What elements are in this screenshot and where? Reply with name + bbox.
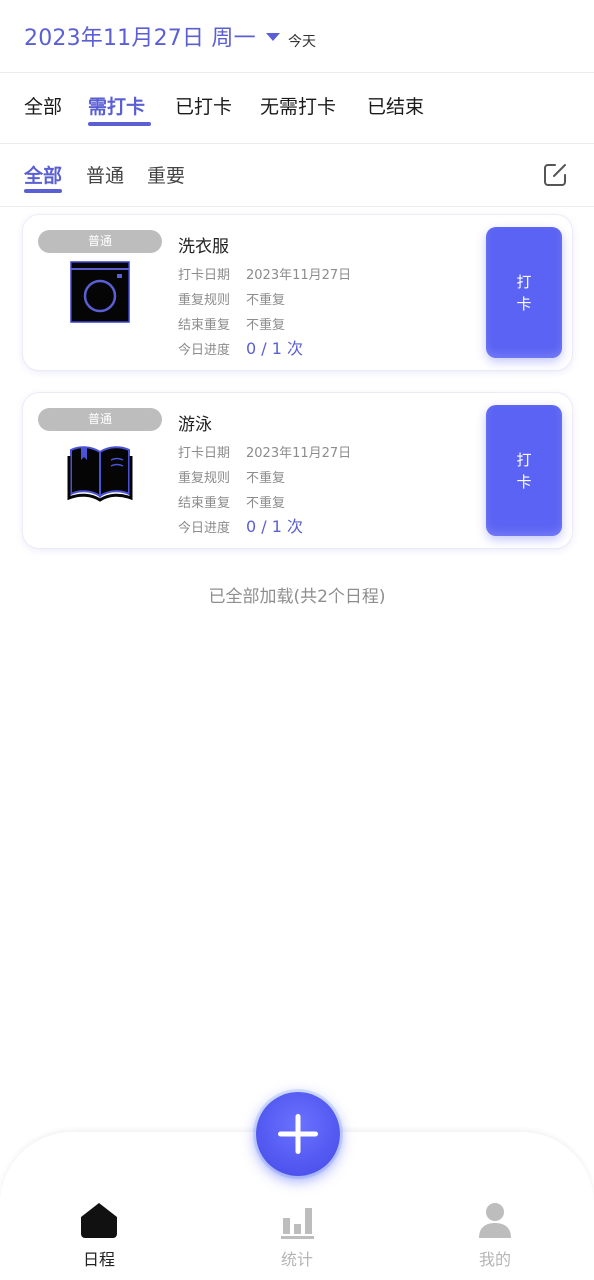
repeat-rule-row: 重复规则 不重复 [178,289,285,308]
punch-date-row: 打卡日期 2023年11月27日 [178,264,351,283]
washing-machine-icon [70,261,130,323]
punch-button-label-2: 卡 [516,472,532,491]
divider [0,206,594,207]
tab-ended[interactable]: 已结束 [367,92,424,119]
caret-down-icon [265,33,280,41]
nav-label-profile: 我的 [478,1250,511,1269]
active-tab-indicator [88,122,151,126]
subtab-normal[interactable]: 普通 [86,161,124,188]
tab-need-punch[interactable]: 需打卡 [88,92,145,119]
punch-button[interactable]: 打 卡 [486,227,562,358]
subtab-all[interactable]: 全部 [24,161,62,188]
end-repeat-value: 不重复 [246,496,286,511]
end-repeat-value: 不重复 [246,318,286,333]
punch-button[interactable]: 打 卡 [486,405,562,536]
repeat-rule-value: 不重复 [246,471,286,486]
progress-value: 0 / 1 次 [246,517,304,536]
nav-label-statistics: 统计 [280,1250,313,1269]
task-card[interactable]: 普通 洗衣服 打卡日期 2023年11月27日 重复规则 不重复 结束重复 不重复 今… [23,215,572,370]
category-tabs: 全部 普通 重要 [0,144,594,206]
load-complete-text: 已全部加载(共2个日程) [208,587,386,607]
punch-date-value: 2023年11月27日 [246,446,352,461]
user-icon [479,1203,511,1238]
tab-no-punch-needed[interactable]: 无需打卡 [260,92,336,119]
repeat-rule-label: 重复规则 [178,293,231,308]
tab-all[interactable]: 全部 [24,92,62,119]
date-selector[interactable]: 2023年11月27日 周一 [24,20,280,52]
tab-punched[interactable]: 已打卡 [175,92,232,119]
home-icon [81,1203,117,1238]
end-repeat-row: 结束重复 不重复 [178,314,285,333]
edit-icon[interactable] [541,161,569,189]
task-title: 游泳 [178,415,212,435]
date-text: 2023年11月27日 周一 [24,26,256,51]
progress-label: 今日进度 [178,343,231,358]
category-tag: 普通 [38,408,162,431]
bar-chart-icon [281,1208,314,1239]
open-book-icon [67,446,133,502]
progress-row: 今日进度 0 / 1 次 [178,335,303,359]
header: 2023年11月27日 周一 今天 [0,0,594,72]
nav-item-profile[interactable]: 我的 [455,1200,535,1272]
punch-button-label-1: 打 [516,272,532,291]
end-repeat-row: 结束重复 不重复 [178,492,285,511]
repeat-rule-value: 不重复 [246,293,286,308]
punch-date-label: 打卡日期 [178,446,231,461]
add-schedule-button[interactable] [256,1092,340,1176]
punch-button-label-1: 打 [516,450,532,469]
progress-value: 0 / 1 次 [246,339,304,358]
repeat-rule-label: 重复规则 [178,471,231,486]
nav-label-schedule: 日程 [82,1250,115,1269]
nav-item-schedule[interactable]: 日程 [59,1200,139,1272]
divider [0,72,594,73]
category-tag: 普通 [38,230,162,253]
end-repeat-label: 结束重复 [178,318,231,333]
today-button[interactable]: 今天 [288,31,316,51]
task-card[interactable]: 普通 游泳 打卡日期 2023年11月27日 重复规则 不重复 结束重复 不重复 今日… [23,393,572,548]
punch-date-row: 打卡日期 2023年11月27日 [178,442,351,461]
punch-button-label-2: 卡 [516,294,532,313]
progress-row: 今日进度 0 / 1 次 [178,513,303,537]
punch-date-label: 打卡日期 [178,268,231,283]
status-tabs: 全部 需打卡 已打卡 无需打卡 已结束 [0,74,594,142]
active-subtab-indicator [24,189,62,193]
end-repeat-label: 结束重复 [178,496,231,511]
plus-icon [278,1114,318,1154]
repeat-rule-row: 重复规则 不重复 [178,467,285,486]
progress-label: 今日进度 [178,521,231,536]
punch-date-value: 2023年11月27日 [246,268,352,283]
nav-item-statistics[interactable]: 统计 [257,1200,337,1272]
task-title: 洗衣服 [178,237,229,257]
subtab-important[interactable]: 重要 [147,161,185,188]
